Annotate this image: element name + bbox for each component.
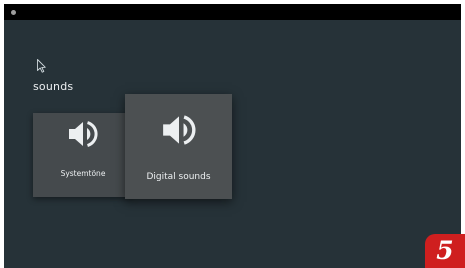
section-title: sounds	[33, 80, 74, 93]
speaker-icon	[162, 115, 196, 145]
sound-card-digital-sounds[interactable]: Digital sounds	[125, 94, 232, 199]
status-bar	[4, 4, 461, 20]
mouse-pointer-icon	[37, 59, 46, 73]
status-indicator-icon	[11, 10, 16, 15]
card-label: Digital sounds	[146, 172, 211, 182]
sound-card-systemtoene[interactable]: Systemtöne	[33, 113, 133, 197]
step-number-badge: 5	[425, 234, 465, 268]
card-label: Systemtöne	[60, 169, 106, 178]
tv-screen: sounds Systemtöne Digital sounds	[4, 4, 461, 268]
speaker-icon	[69, 121, 98, 147]
